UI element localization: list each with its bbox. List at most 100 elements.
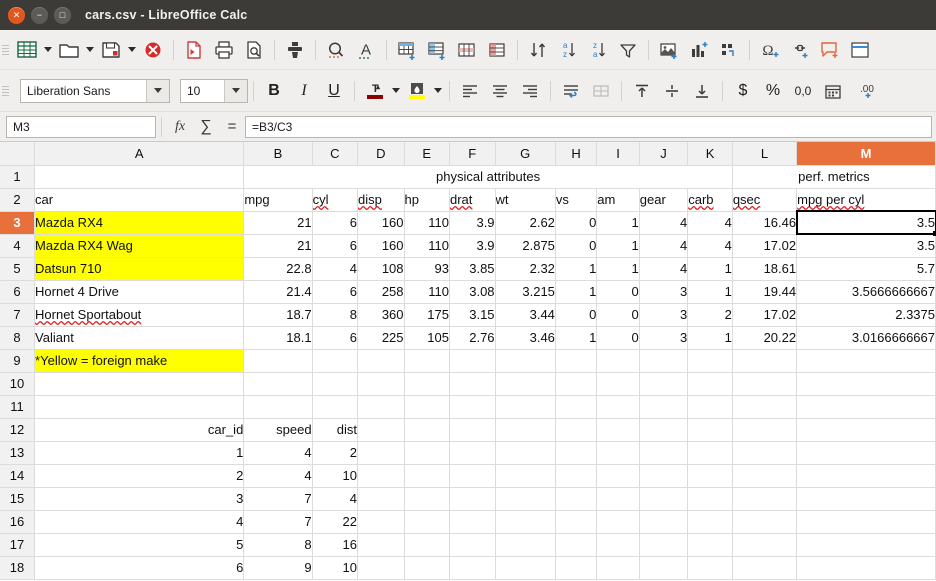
font-color-dropdown[interactable] <box>390 76 402 106</box>
cell-h11[interactable] <box>555 395 598 419</box>
maximize-icon[interactable]: □ <box>54 6 71 24</box>
cell-h10[interactable] <box>555 372 598 396</box>
cell-j14[interactable] <box>639 464 689 488</box>
cell-k2[interactable]: carb <box>687 188 733 212</box>
row-header-9[interactable]: 9 <box>0 349 36 373</box>
cell-d2[interactable]: disp <box>357 188 405 212</box>
cell-h16[interactable] <box>555 510 598 534</box>
cell-c16[interactable]: 22 <box>312 510 359 534</box>
merge-cells-icon[interactable] <box>586 76 616 106</box>
cell-k14[interactable] <box>687 464 733 488</box>
cell-m2[interactable]: mpg per cyl <box>796 188 936 212</box>
cell-g14[interactable] <box>495 464 556 488</box>
cell-d11[interactable] <box>357 395 405 419</box>
cell-m3[interactable]: 3.5 <box>796 211 936 235</box>
cell-e8[interactable]: 105 <box>404 326 450 350</box>
align-center-icon[interactable] <box>485 76 515 106</box>
cell-g13[interactable] <box>495 441 556 465</box>
cell-m7[interactable]: 2.3375 <box>796 303 936 327</box>
cell-k3[interactable]: 4 <box>687 211 733 235</box>
cell-a14[interactable]: 2 <box>34 464 245 488</box>
cell-l18[interactable] <box>732 556 798 580</box>
cell-m11[interactable] <box>796 395 936 419</box>
cell-c8[interactable]: 6 <box>312 326 359 350</box>
cell-g17[interactable] <box>495 533 556 557</box>
format-date-icon[interactable] <box>818 76 848 106</box>
cell-h7[interactable]: 0 <box>555 303 598 327</box>
cell-e18[interactable] <box>404 556 450 580</box>
cell-c7[interactable]: 8 <box>312 303 359 327</box>
cell-k8[interactable]: 1 <box>687 326 733 350</box>
cell-c5[interactable]: 4 <box>312 257 359 281</box>
cell-h6[interactable]: 1 <box>555 280 598 304</box>
cell-f16[interactable] <box>449 510 496 534</box>
cell-d17[interactable] <box>357 533 405 557</box>
row-header-2[interactable]: 2 <box>0 188 36 212</box>
cell-k15[interactable] <box>687 487 733 511</box>
cell-m12[interactable] <box>796 418 936 442</box>
cell-g12[interactable] <box>495 418 556 442</box>
column-header-g[interactable]: G <box>495 142 556 166</box>
cell-j4[interactable]: 4 <box>639 234 689 258</box>
add-decimal-icon[interactable]: .00 <box>848 76 878 106</box>
format-number-icon[interactable]: 0,0 <box>788 76 818 106</box>
cell-a16[interactable]: 4 <box>34 510 245 534</box>
row-header-15[interactable]: 15 <box>0 487 36 511</box>
cell-i18[interactable] <box>596 556 640 580</box>
align-bottom-icon[interactable] <box>687 76 717 106</box>
format-percent-icon[interactable]: % <box>758 76 788 106</box>
cell-c10[interactable] <box>312 372 359 396</box>
cell-f10[interactable] <box>449 372 496 396</box>
cell-i14[interactable] <box>596 464 640 488</box>
cell-e14[interactable] <box>404 464 450 488</box>
cell-a4[interactable]: Mazda RX4 Wag <box>34 234 245 258</box>
cell-i3[interactable]: 1 <box>596 211 640 235</box>
formula-input[interactable]: =B3/C3 <box>245 115 932 138</box>
cell-d8[interactable]: 225 <box>357 326 405 350</box>
special-character-icon[interactable]: Ω <box>755 35 785 65</box>
cell-h4[interactable]: 0 <box>555 234 598 258</box>
cell-j9[interactable] <box>639 349 689 373</box>
format-currency-icon[interactable]: $ <box>728 76 758 106</box>
cell-b5[interactable]: 22.8 <box>243 257 313 281</box>
cell-b8[interactable]: 18.1 <box>243 326 313 350</box>
cell-j3[interactable]: 4 <box>639 211 689 235</box>
cell-b3[interactable]: 21 <box>243 211 313 235</box>
cell-a13[interactable]: 1 <box>34 441 245 465</box>
cell-g7[interactable]: 3.44 <box>495 303 556 327</box>
cell-m9[interactable] <box>796 349 936 373</box>
row-header-18[interactable]: 18 <box>0 556 36 580</box>
pivot-table-icon[interactable] <box>714 35 744 65</box>
cell-a9-note[interactable]: *Yellow = foreign make <box>34 349 245 373</box>
cell-c6[interactable]: 6 <box>312 280 359 304</box>
cell-h12[interactable] <box>555 418 598 442</box>
delete-row-icon[interactable] <box>482 35 512 65</box>
cell-c4[interactable]: 6 <box>312 234 359 258</box>
cell-l10[interactable] <box>732 372 798 396</box>
cell-f5[interactable]: 3.85 <box>449 257 496 281</box>
cell-a8[interactable]: Valiant <box>34 326 245 350</box>
insert-row-icon[interactable] <box>422 35 452 65</box>
cell-k17[interactable] <box>687 533 733 557</box>
sort-descending-icon[interactable]: za <box>583 35 613 65</box>
cell-f18[interactable] <box>449 556 496 580</box>
header-footer-icon[interactable] <box>845 35 875 65</box>
column-header-m[interactable]: M <box>796 142 936 166</box>
cell-i15[interactable] <box>596 487 640 511</box>
font-color-icon[interactable]: T <box>360 76 390 106</box>
spelling-icon[interactable]: A <box>351 35 381 65</box>
cell-l17[interactable] <box>732 533 798 557</box>
cell-f17[interactable] <box>449 533 496 557</box>
cell-j15[interactable] <box>639 487 689 511</box>
print-preview-icon[interactable] <box>239 35 269 65</box>
column-header-i[interactable]: I <box>596 142 640 166</box>
cell-b12[interactable]: speed <box>243 418 313 442</box>
find-replace-icon[interactable] <box>321 35 351 65</box>
insert-image-icon[interactable] <box>654 35 684 65</box>
cell-k13[interactable] <box>687 441 733 465</box>
cell-a10[interactable] <box>34 372 245 396</box>
cell-a5[interactable]: Datsun 710 <box>34 257 245 281</box>
font-size-dropdown-icon[interactable] <box>224 79 247 102</box>
cell-f3[interactable]: 3.9 <box>449 211 496 235</box>
cell-j16[interactable] <box>639 510 689 534</box>
